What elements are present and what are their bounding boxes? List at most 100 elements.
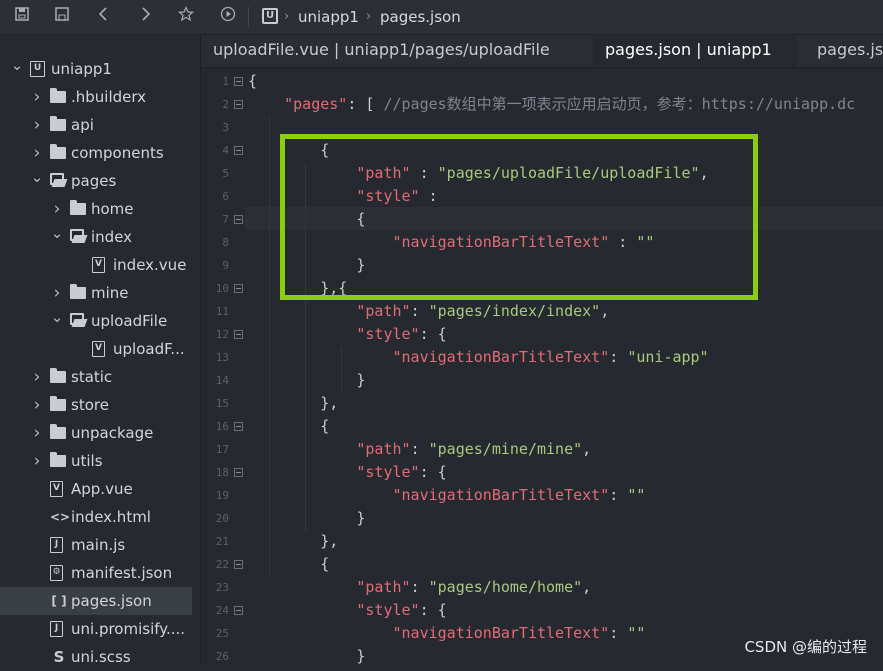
code-line[interactable]: "path": "pages/mine/mine", [248,438,591,461]
fold-toggle-icon[interactable] [234,284,243,293]
breadcrumb-project[interactable]: uniapp1 [298,7,359,27]
tree-item[interactable]: Suni.scss [0,643,200,671]
code-line[interactable]: } [248,645,365,666]
breadcrumb-file[interactable]: pages.json [380,7,461,27]
tree-item[interactable]: <> index.html [0,503,200,531]
tree-item[interactable]: › unpackage [0,419,200,447]
tree-item[interactable]: ⌄ index [0,223,200,251]
chevron-right-icon[interactable]: › [30,451,44,471]
code-line[interactable]: { [248,70,257,93]
chevron-right-icon[interactable]: › [30,395,44,415]
tree-item[interactable]: [ ] pages.json [0,587,192,615]
fold-toggle-icon[interactable] [234,422,243,431]
star-icon[interactable] [176,6,196,26]
code-punctuation: : [609,348,628,366]
chevron-right-icon[interactable]: › [30,115,44,135]
tree-item[interactable]: › mine [0,279,200,307]
code-line[interactable]: "style": { [248,599,447,622]
chevron-right-icon[interactable]: › [50,283,64,303]
code-punctuation: , [600,302,610,320]
fold-toggle-icon[interactable] [234,215,243,224]
chevron-right-icon[interactable]: › [30,143,44,163]
icon-shape [70,284,86,299]
fold-toggle-icon[interactable] [234,560,243,569]
tree-item[interactable]: Juni.promisify.... [0,615,200,643]
tree-item[interactable]: V App.vue [0,475,200,503]
save-icon[interactable] [52,6,72,26]
tree-item-label: uploadFile [91,312,168,330]
fold-toggle-icon[interactable] [234,330,243,339]
code-punctuation: : { [419,325,447,343]
line-number: 2 [222,98,229,111]
tab-pages-js[interactable]: pages.js [805,35,883,67]
chevron-right-icon[interactable]: › [50,199,64,219]
code-line[interactable]: "pages": [ //pages数组中第一项表示应用启动页，参考：https… [248,93,855,116]
line-number: 26 [215,650,229,663]
line-number: 16 [215,420,229,433]
code-line[interactable]: }, [248,530,338,553]
line-number: 25 [215,627,229,640]
tree-item-label: api [71,116,94,134]
tree-item-label: uploadF... [113,340,185,358]
tree-item[interactable]: › .hbuilderx [0,83,200,111]
icon-shape: ⚙ [50,565,63,581]
chevron-down-icon[interactable]: ⌄ [50,307,64,327]
js-file-icon: J [50,537,67,553]
tree-item[interactable]: VuploadF... [0,335,200,363]
code-line[interactable]: "navigationBarTitleText": "" [248,484,646,507]
chevron-right-icon[interactable]: › [30,423,44,443]
tab-pages-json[interactable]: pages.json | uniapp1 [593,35,797,67]
line-number: 22 [215,558,229,571]
code-line[interactable]: "navigationBarTitleText": "" [248,622,646,645]
code-line[interactable]: } [248,507,365,530]
tree-item[interactable]: ⌄ Uuniapp1 [0,55,200,83]
tree-item[interactable]: › home [0,195,200,223]
project-icon: U [262,8,278,24]
fold-toggle-icon[interactable] [234,100,243,109]
scss-file-icon: S [50,649,67,665]
tree-item-label: pages.json [71,592,152,610]
code-line[interactable]: "path": "pages/home/home", [248,576,591,599]
tree-item[interactable]: › api [0,111,200,139]
tab-uploadfile-vue[interactable]: uploadFile.vue | uniapp1/pages/uploadFil… [201,35,591,67]
fold-toggle-icon[interactable] [234,146,243,155]
line-number: 3 [222,121,229,134]
code-line[interactable]: "style": { [248,461,446,484]
save-all-icon[interactable] [12,6,32,26]
code-line[interactable]: { [248,553,329,576]
code-line[interactable]: } [248,369,365,392]
tree-item[interactable]: › components [0,139,200,167]
tree-item[interactable]: ⌄ uploadFile [0,307,200,335]
chevron-down-icon[interactable]: ⌄ [10,55,24,75]
code-punctuation [248,95,284,113]
code-line[interactable]: { [248,415,329,438]
tree-item[interactable]: ⚙ manifest.json [0,559,200,587]
fold-toggle-icon[interactable] [234,606,243,615]
tree-item-label: uniapp1 [51,60,112,78]
code-line[interactable]: "path": "pages/index/index", [248,300,609,323]
tree-item[interactable]: › static [0,363,200,391]
tree-item[interactable]: ⌄ pages [0,167,200,195]
forward-icon[interactable] [135,6,155,26]
chevron-right-icon[interactable]: › [30,367,44,387]
run-icon[interactable] [218,6,238,26]
tree-item[interactable]: Vindex.vue [0,251,200,279]
chevron-down-icon[interactable]: ⌄ [30,167,44,187]
code-punctuation [248,440,356,458]
chevron-down-icon[interactable]: ⌄ [50,223,64,243]
tree-item-label: index.vue [113,256,187,274]
chevron-right-icon[interactable]: › [30,87,44,107]
back-icon[interactable] [94,6,114,26]
fold-toggle-icon[interactable] [234,468,243,477]
folder-icon [50,116,67,133]
tree-item[interactable]: Jmain.js [0,531,200,559]
code-line[interactable]: "navigationBarTitleText": "uni-app" [248,346,709,369]
code-line[interactable]: "style": { [248,323,447,346]
folder-icon [70,200,87,217]
folder-icon [50,452,67,469]
tree-item[interactable]: › utils [0,447,200,475]
fold-toggle-icon[interactable] [234,77,243,86]
code-punctuation: : { [419,601,447,619]
code-line[interactable]: }, [248,392,338,415]
tree-item[interactable]: › store [0,391,200,419]
